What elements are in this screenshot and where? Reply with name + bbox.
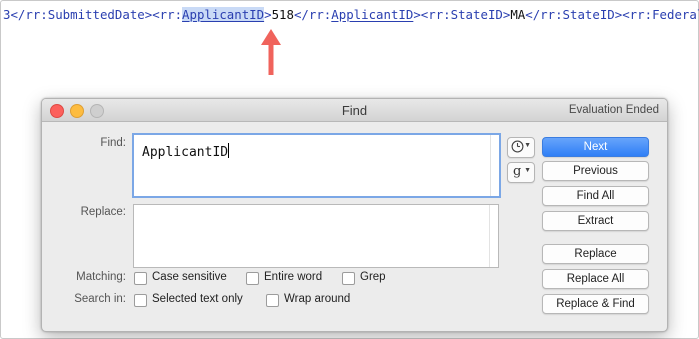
xml-segment-tag: </rr: bbox=[293, 7, 332, 22]
extract-button[interactable]: Extract bbox=[542, 211, 649, 231]
arrow-up-icon bbox=[261, 29, 281, 75]
text-caret bbox=[228, 143, 230, 158]
xml-segment-tag: > bbox=[264, 7, 272, 22]
xml-segment-tag: ><rr:StateID> bbox=[413, 7, 511, 22]
grep-checkbox[interactable] bbox=[342, 272, 355, 285]
wrap-around-label[interactable]: Wrap around bbox=[284, 293, 350, 305]
title-bar[interactable]: Find Evaluation Ended bbox=[42, 99, 667, 122]
replace-all-button[interactable]: Replace All bbox=[542, 269, 649, 289]
search-in-label: Search in: bbox=[74, 293, 126, 305]
replace-label: Replace: bbox=[80, 206, 126, 218]
xml-segment-tag: 3</rr:SubmittedDate><rr: bbox=[3, 7, 183, 22]
xml-segment-match-highlight: ApplicantID bbox=[182, 7, 265, 22]
chevron-down-icon: ▼ bbox=[524, 167, 531, 174]
xml-segment-match: ApplicantID bbox=[331, 7, 414, 22]
matching-label: Matching: bbox=[76, 271, 126, 283]
replace-and-find-button[interactable]: Replace & Find bbox=[542, 294, 649, 314]
recent-searches-popup[interactable]: ▼ bbox=[507, 137, 535, 158]
find-all-button[interactable]: Find All bbox=[542, 186, 649, 206]
case-sensitive-checkbox[interactable] bbox=[134, 272, 147, 285]
replace-field-scrollbar[interactable] bbox=[489, 205, 498, 267]
grep-popup-label: g bbox=[513, 164, 522, 179]
find-field-scrollbar[interactable] bbox=[490, 135, 499, 196]
replace-button[interactable]: Replace bbox=[542, 244, 649, 264]
clock-icon bbox=[511, 140, 524, 153]
screenshot-frame: 3</rr:SubmittedDate><rr:ApplicantID>518<… bbox=[0, 0, 699, 339]
case-sensitive-label[interactable]: Case sensitive bbox=[152, 271, 227, 283]
xml-text-line[interactable]: 3</rr:SubmittedDate><rr:ApplicantID>518<… bbox=[3, 7, 699, 22]
selected-text-only-label[interactable]: Selected text only bbox=[152, 293, 243, 305]
previous-button[interactable]: Previous bbox=[542, 161, 649, 181]
find-window: Find Evaluation Ended Find: ApplicantID … bbox=[41, 98, 668, 332]
xml-segment-tag: </rr:StateID><rr:FederalID> bbox=[525, 7, 699, 22]
replace-field[interactable] bbox=[133, 204, 499, 268]
entire-word-checkbox[interactable] bbox=[246, 272, 259, 285]
next-button[interactable]: Next bbox=[542, 137, 649, 157]
find-field-text: ApplicantID bbox=[142, 145, 229, 160]
chevron-down-icon: ▼ bbox=[524, 142, 531, 149]
wrap-around-checkbox[interactable] bbox=[266, 294, 279, 307]
xml-segment-value: 518 bbox=[271, 7, 294, 22]
grep-label[interactable]: Grep bbox=[360, 271, 386, 283]
find-field[interactable]: ApplicantID bbox=[132, 133, 501, 198]
xml-segment-value: MA bbox=[510, 7, 526, 22]
selected-text-only-checkbox[interactable] bbox=[134, 294, 147, 307]
window-status: Evaluation Ended bbox=[568, 104, 659, 116]
entire-word-label[interactable]: Entire word bbox=[264, 271, 322, 283]
find-label: Find: bbox=[100, 137, 126, 149]
grep-patterns-popup[interactable]: g ▼ bbox=[507, 162, 535, 183]
